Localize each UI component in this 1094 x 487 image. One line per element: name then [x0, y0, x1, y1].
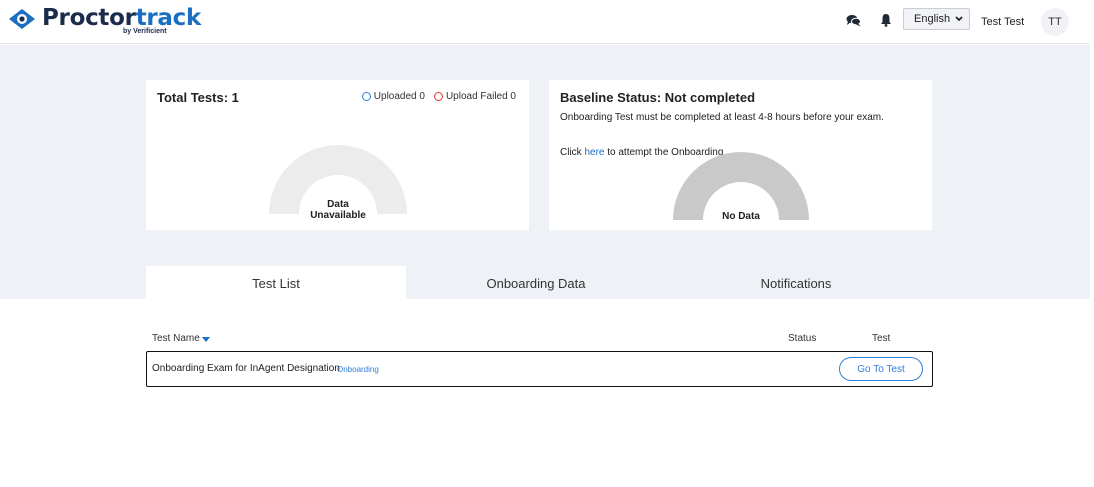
- logo-subtitle: by Verificient: [123, 28, 167, 35]
- sort-down-icon: [201, 336, 210, 342]
- uploaded-ring-icon: [361, 92, 371, 101]
- chevron-down-icon: [955, 16, 963, 22]
- chat-bubbles-icon[interactable]: [845, 12, 861, 28]
- baseline-message: Onboarding Test must be completed at lea…: [560, 112, 884, 123]
- go-to-test-button[interactable]: Go To Test: [839, 357, 923, 381]
- language-select-value: English: [914, 13, 951, 25]
- total-tests-gauge-label: Data Unavailable: [288, 199, 388, 221]
- tabs-bar: Test List Onboarding Data Notifications: [146, 266, 926, 300]
- uploaded-label: Uploaded 0: [373, 91, 425, 102]
- logo-wordmark: Proctortrack: [42, 6, 201, 30]
- total-tests-card: Total Tests: 1 Uploaded 0 Upload Failed …: [146, 80, 529, 230]
- baseline-gauge-label: No Data: [722, 211, 760, 222]
- logo-text-dark: Proctor: [42, 5, 136, 31]
- gauge-label-line1: Data: [327, 199, 349, 210]
- language-select[interactable]: English: [903, 8, 970, 30]
- baseline-status-title: Baseline Status: Not completed: [560, 90, 756, 105]
- column-header-status: Status: [788, 333, 817, 344]
- gauge-label-line2: Unavailable: [310, 210, 366, 221]
- test-name-cell: Onboarding Exam for InAgent Designation: [152, 363, 340, 374]
- column-header-test-name[interactable]: Test Name: [152, 333, 210, 344]
- upload-legend: Uploaded 0 Upload Failed 0: [361, 91, 516, 102]
- onboarding-here-link[interactable]: here: [584, 147, 604, 158]
- user-name[interactable]: Test Test: [981, 16, 1024, 28]
- table-row[interactable]: Onboarding Exam for InAgent Designation …: [146, 351, 933, 387]
- eye-logo-icon: [9, 9, 35, 29]
- tab-notifications[interactable]: Notifications: [666, 266, 926, 300]
- proctortrack-logo[interactable]: Proctortrack: [8, 6, 201, 30]
- total-tests-title: Total Tests: 1: [157, 90, 239, 105]
- tab-onboarding-data[interactable]: Onboarding Data: [406, 266, 666, 300]
- tab-test-list[interactable]: Test List: [146, 266, 406, 300]
- baseline-status-card: Baseline Status: Not completed Onboardin…: [549, 80, 932, 230]
- column-header-test-name-label: Test Name: [152, 333, 200, 344]
- upload-failed-ring-icon: [433, 92, 443, 101]
- attempt-prefix: Click: [560, 147, 585, 158]
- onboarding-badge: Onboarding: [337, 365, 379, 374]
- bell-icon[interactable]: [878, 12, 894, 28]
- top-header: Proctortrack by Verificient English Test…: [0, 0, 1090, 44]
- upload-failed-label: Upload Failed 0: [445, 91, 516, 102]
- column-header-test: Test: [872, 333, 891, 344]
- avatar[interactable]: TT: [1041, 8, 1069, 36]
